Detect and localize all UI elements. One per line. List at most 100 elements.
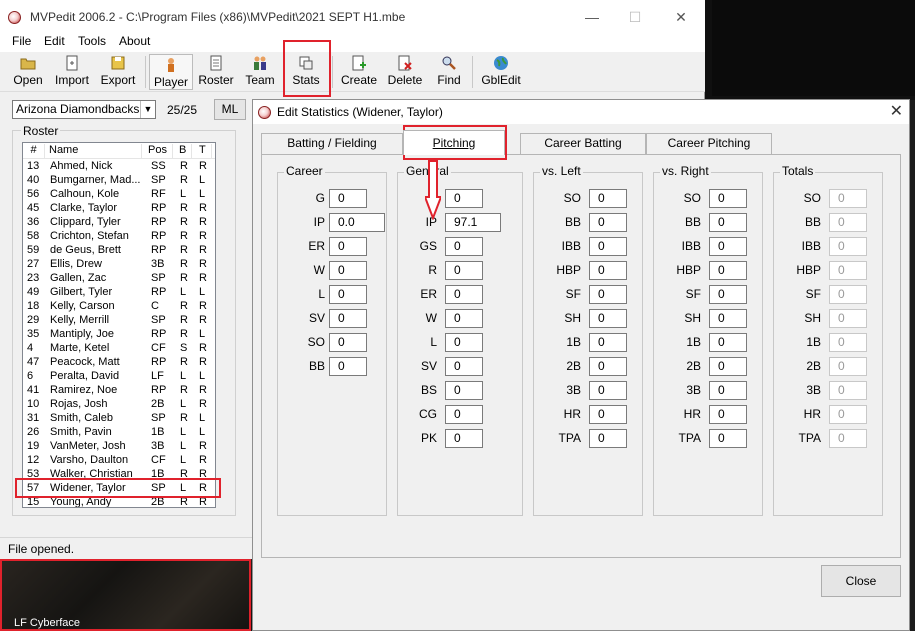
roster-row[interactable]: 49 Gilbert, Tyler RP L L (23, 286, 215, 300)
vs-left-field-input[interactable]: 0 (589, 261, 627, 280)
vs-right-field-input[interactable]: 0 (709, 213, 747, 232)
general-field-input[interactable]: 0 (445, 237, 483, 256)
general-field-input[interactable]: 0 (445, 405, 483, 424)
general-field-input[interactable]: 0 (445, 333, 483, 352)
roster-row[interactable]: 45 Clarke, Taylor RP R R (23, 202, 215, 216)
menu-tools[interactable]: Tools (78, 34, 106, 48)
vs-right-field-input[interactable]: 0 (709, 333, 747, 352)
general-field-input[interactable]: 97.1 (445, 213, 501, 232)
roster-row[interactable]: 47 Peacock, Matt RP R R (23, 356, 215, 370)
title-bar[interactable]: MVPedit 2006.2 - C:\Program Files (x86)\… (0, 0, 705, 34)
roster-row[interactable]: 6 Peralta, David LF L L (23, 370, 215, 384)
tab-batting-fielding[interactable]: Batting / Fielding (261, 133, 403, 154)
vs-left-field-input[interactable]: 0 (589, 285, 627, 304)
roster-row[interactable]: 12 Varsho, Daulton CF L R (23, 454, 215, 468)
vs-left-field-input[interactable]: 0 (589, 429, 627, 448)
maximize-button[interactable]: ☐ (624, 6, 646, 28)
vs-left-field-input[interactable]: 0 (589, 333, 627, 352)
vs-right-field-input[interactable]: 0 (709, 285, 747, 304)
roster-row[interactable]: 27 Ellis, Drew 3B R R (23, 258, 215, 272)
roster-row[interactable]: 41 Ramirez, Noe RP R R (23, 384, 215, 398)
roster-row[interactable]: 10 Rojas, Josh 2B L R (23, 398, 215, 412)
vs-left-field-input[interactable]: 0 (589, 309, 627, 328)
team-button[interactable]: Team (242, 53, 278, 91)
roster-row[interactable]: 58 Crichton, Stefan RP R R (23, 230, 215, 244)
roster-row[interactable]: 19 VanMeter, Josh 3B L R (23, 440, 215, 454)
delete-button[interactable]: Delete (385, 53, 425, 91)
roster-row[interactable]: 36 Clippard, Tyler RP R R (23, 216, 215, 230)
career-field-input[interactable]: 0.0 (329, 213, 385, 232)
roster-row[interactable]: 4 Marte, Ketel CF S R (23, 342, 215, 356)
roster-button[interactable]: Roster (196, 53, 236, 91)
career-field-input[interactable]: 0 (329, 237, 367, 256)
tab-career-pitching[interactable]: Career Pitching (646, 133, 772, 154)
close-icon[interactable]: ✕ (890, 101, 903, 121)
vs-right-field-input[interactable]: 0 (709, 357, 747, 376)
vs-left-field-input[interactable]: 0 (589, 189, 627, 208)
general-field-input[interactable]: 0 (445, 261, 483, 280)
minimize-button[interactable]: — (581, 6, 603, 28)
column-header-bats[interactable]: B (173, 144, 192, 159)
column-header-number[interactable]: # (23, 144, 45, 159)
vs-left-field-input[interactable]: 0 (589, 381, 627, 400)
career-field-input[interactable]: 0 (329, 309, 367, 328)
vs-left-field-input[interactable]: 0 (589, 405, 627, 424)
general-field-input[interactable]: 0 (445, 357, 483, 376)
roster-row[interactable]: 18 Kelly, Carson C R R (23, 300, 215, 314)
roster-row[interactable]: 23 Gallen, Zac SP R R (23, 272, 215, 286)
roster-row[interactable]: 40 Bumgarner, Mad... SP R L (23, 174, 215, 188)
general-field-input[interactable]: 0 (445, 381, 483, 400)
find-button[interactable]: Find (432, 53, 466, 91)
vs-right-field-input[interactable]: 0 (709, 261, 747, 280)
roster-row[interactable]: 13 Ahmed, Nick SS R R (23, 160, 215, 174)
career-field-input[interactable]: 0 (329, 285, 367, 304)
vs-right-field-input[interactable]: 0 (709, 237, 747, 256)
vs-left-field-input[interactable]: 0 (589, 213, 627, 232)
career-field-input[interactable]: 0 (329, 189, 367, 208)
general-field-input[interactable]: 0 (445, 285, 483, 304)
close-window-button[interactable]: ✕ (670, 6, 692, 28)
gbledit-button[interactable]: GblEdit (478, 53, 524, 91)
career-field-input[interactable]: 0 (329, 357, 367, 376)
vs-left-field-input[interactable]: 0 (589, 357, 627, 376)
tab-career-batting[interactable]: Career Batting (520, 133, 646, 154)
roster-row[interactable]: 35 Mantiply, Joe RP R L (23, 328, 215, 342)
dialog-title-bar[interactable]: Edit Statistics (Widener, Taylor) ✕ (253, 100, 909, 124)
ml-button[interactable]: ML (214, 99, 246, 120)
vs-right-field-input[interactable]: 0 (709, 309, 747, 328)
roster-row[interactable]: 26 Smith, Pavin 1B L L (23, 426, 215, 440)
menu-file[interactable]: File (12, 34, 31, 48)
menu-edit[interactable]: Edit (44, 34, 65, 48)
roster-cell-name: VanMeter, Josh (50, 440, 126, 452)
chevron-down-icon[interactable]: ▼ (140, 101, 155, 118)
career-field-input[interactable]: 0 (329, 261, 367, 280)
roster-list[interactable]: # Name Pos B T 13 Ahmed, Nick SS R R 40 Bumgar… (22, 142, 216, 508)
player-button[interactable]: Player (149, 54, 193, 90)
career-field-input[interactable]: 0 (329, 333, 367, 352)
create-button[interactable]: Create (339, 53, 379, 91)
roster-row[interactable]: 31 Smith, Caleb SP R L (23, 412, 215, 426)
import-button[interactable]: Import (52, 53, 92, 91)
vs-right-field-input[interactable]: 0 (709, 429, 747, 448)
roster-cell-name: de Geus, Brett (50, 244, 121, 256)
export-button[interactable]: Export (98, 53, 138, 91)
general-field-input[interactable]: 0 (445, 189, 483, 208)
roster-row[interactable]: 56 Calhoun, Kole RF L L (23, 188, 215, 202)
vs-right-field-input[interactable]: 0 (709, 189, 747, 208)
general-field-input[interactable]: 0 (445, 309, 483, 328)
vs-right-field-label: SO (683, 191, 701, 205)
close-button[interactable]: Close (821, 565, 901, 597)
menu-about[interactable]: About (119, 34, 150, 48)
general-field-input[interactable]: 0 (445, 429, 483, 448)
column-header-pos[interactable]: Pos (142, 144, 173, 159)
vs-right-field-input[interactable]: 0 (709, 405, 747, 424)
vs-left-field-input[interactable]: 0 (589, 237, 627, 256)
open-button[interactable]: Open (10, 53, 46, 91)
roster-row[interactable]: 29 Kelly, Merrill SP R R (23, 314, 215, 328)
vs-right-field-input[interactable]: 0 (709, 381, 747, 400)
column-header-name[interactable]: Name (45, 144, 142, 159)
column-header-throws[interactable]: T (192, 144, 212, 159)
roster-row[interactable]: 59 de Geus, Brett RP R R (23, 244, 215, 258)
team-dropdown[interactable]: Arizona Diamondbacks ▼ (12, 100, 156, 119)
tab-pitching[interactable]: Pitching (403, 130, 505, 155)
